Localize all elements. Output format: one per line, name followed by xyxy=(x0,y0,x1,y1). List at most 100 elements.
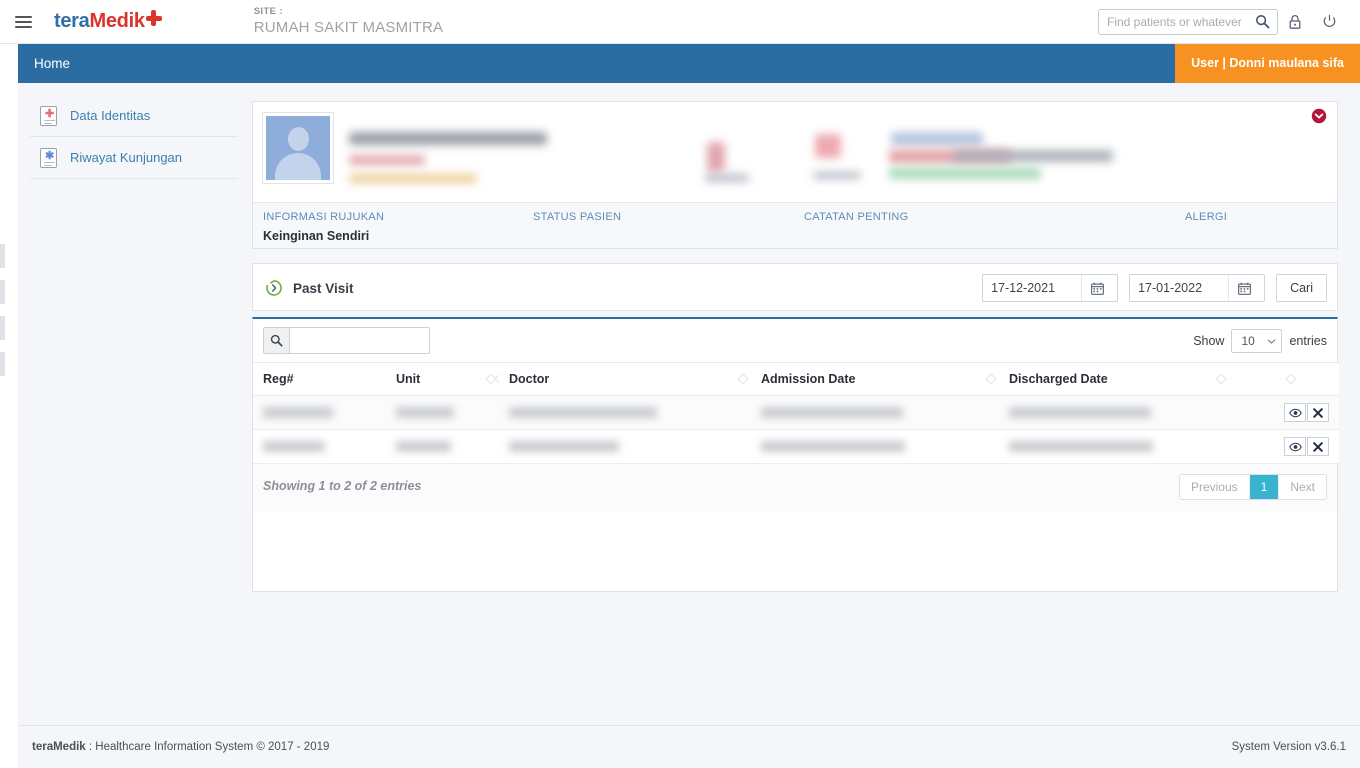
cell-doctor xyxy=(499,395,751,430)
nav-item-home[interactable]: Home xyxy=(18,44,86,83)
left-rail xyxy=(0,44,18,725)
delete-button[interactable] xyxy=(1307,403,1329,422)
eye-icon xyxy=(1288,408,1302,418)
cell-discharged-date xyxy=(999,429,1229,464)
table-row[interactable] xyxy=(253,429,1339,464)
page-size-value: 10 xyxy=(1241,334,1255,348)
meta-label: CATATAN PENTING xyxy=(804,211,909,223)
sidebar-item-data-identitas[interactable]: ✚ Data Identitas xyxy=(30,95,238,137)
search-visits-button[interactable]: Cari xyxy=(1276,274,1327,302)
table-search-input[interactable] xyxy=(290,327,430,354)
meta-alergi: ALERGI xyxy=(1185,211,1227,229)
view-button[interactable] xyxy=(1284,437,1306,456)
date-to-input[interactable] xyxy=(1130,275,1229,301)
sidebar: ✚ Data Identitas ✱ Riwayat Kunjungan xyxy=(30,95,238,179)
chevron-down-icon xyxy=(1267,337,1276,346)
cell-unit xyxy=(386,429,499,464)
global-search[interactable] xyxy=(1098,8,1278,35)
main-navbar: Home User | Donni maulana sifa xyxy=(18,44,1360,83)
meta-informasi-rujukan: INFORMASI RUJUKAN Keinginan Sendiri xyxy=(263,211,384,243)
cell-actions xyxy=(1229,395,1339,430)
avatar xyxy=(262,112,334,184)
history-circle-icon xyxy=(265,279,283,297)
date-from-input[interactable] xyxy=(983,275,1082,301)
past-visit-filters: Cari xyxy=(982,274,1327,302)
column-label: Doctor xyxy=(509,372,550,386)
cell-actions xyxy=(1229,429,1339,464)
column-header-doctor[interactable]: Doctor xyxy=(485,362,751,396)
meta-status-pasien: STATUS PASIEN xyxy=(533,211,621,229)
medical-cross-icon xyxy=(145,10,162,26)
table-body xyxy=(253,395,1339,464)
logout-button[interactable] xyxy=(1312,5,1346,39)
table-controls: Show 10 entries xyxy=(253,319,1337,362)
collapse-toggle-button[interactable] xyxy=(1311,108,1327,124)
site-label: SITE : xyxy=(253,6,284,18)
pagination-previous[interactable]: Previous xyxy=(1180,475,1250,499)
footer-brand: teraMedik xyxy=(32,741,86,753)
calendar-icon[interactable] xyxy=(1081,275,1113,301)
past-visit-header: Past Visit 17-12-2021 17-01-2022 Cari xyxy=(252,263,1338,311)
column-header-admission-date[interactable]: Admission Date xyxy=(737,362,999,396)
person-placeholder-avatar xyxy=(266,116,330,180)
date-from-field[interactable] xyxy=(982,274,1119,302)
search-icon[interactable] xyxy=(1249,14,1275,29)
column-header-unit[interactable]: Unit xyxy=(386,362,506,396)
power-icon xyxy=(1322,14,1337,29)
table-footer: Showing 1 to 2 of 2 entries Previous 1 N… xyxy=(253,464,1337,512)
column-header-actions-2[interactable] xyxy=(1285,362,1339,396)
page-size-select[interactable]: 10 xyxy=(1231,329,1283,353)
close-x-icon xyxy=(1313,407,1323,418)
search-input[interactable] xyxy=(1099,9,1249,34)
hamburger-icon xyxy=(14,13,32,31)
past-visit-table: Reg# Unit Doctor Admission Date Discharg… xyxy=(253,362,1339,464)
site-name: RUMAH SAKIT MASMITRA xyxy=(253,19,444,37)
calendar-icon[interactable] xyxy=(1228,275,1260,301)
meta-catatan-penting: CATATAN PENTING xyxy=(804,211,909,229)
meta-label: STATUS PASIEN xyxy=(533,211,622,223)
user-menu-button[interactable]: User | Donni maulana sifa xyxy=(1175,44,1360,83)
past-visit-table-panel: Show 10 entries Reg# Unit Doctor Admissi… xyxy=(252,317,1339,592)
show-label: Show xyxy=(1193,334,1225,348)
pagination-page-1[interactable]: 1 xyxy=(1249,475,1280,499)
cell-reg xyxy=(253,395,386,430)
date-to-field[interactable] xyxy=(1129,274,1266,302)
hamburger-menu-button[interactable] xyxy=(0,0,46,44)
past-visit-title-group: Past Visit xyxy=(265,264,354,312)
document-cross-icon: ✚ xyxy=(40,105,58,126)
patient-meta-row: INFORMASI RUJUKAN Keinginan Sendiri STAT… xyxy=(253,202,1337,248)
table-header-row: Reg# Unit Doctor Admission Date Discharg… xyxy=(253,362,1339,396)
sidebar-item-label: Riwayat Kunjungan xyxy=(70,150,183,165)
delete-button[interactable] xyxy=(1307,437,1329,456)
cell-reg xyxy=(253,429,386,464)
cell-doctor xyxy=(499,429,751,464)
view-button[interactable] xyxy=(1284,403,1306,422)
top-bar-actions xyxy=(1098,5,1360,39)
entries-label: entries xyxy=(1289,334,1327,348)
table-search-group[interactable] xyxy=(263,327,430,354)
meta-label: INFORMASI RUJUKAN xyxy=(263,211,385,223)
top-bar: teraMedik SITE : RUMAH SAKIT MASMITRA xyxy=(0,0,1360,44)
column-label: Discharged Date xyxy=(1009,372,1108,386)
past-visit-title: Past Visit xyxy=(293,280,354,296)
footer-copyright: teraMedik : Healthcare Information Syste… xyxy=(32,741,329,753)
pagination-next[interactable]: Next xyxy=(1279,475,1326,499)
footer-version: System Version v3.6.1 xyxy=(1231,741,1346,753)
patient-summary-card: INFORMASI RUJUKAN Keinginan Sendiri STAT… xyxy=(252,101,1338,249)
meta-value: Keinginan Sendiri xyxy=(263,229,370,243)
app-logo[interactable]: teraMedik xyxy=(54,0,162,44)
lock-icon xyxy=(1288,14,1302,30)
pagination: Previous 1 Next xyxy=(1178,474,1327,500)
page-footer: teraMedik : Healthcare Information Syste… xyxy=(18,725,1360,768)
column-header-discharged-date[interactable]: Discharged Date xyxy=(985,362,1229,396)
brand-text: teraMedik xyxy=(54,10,145,32)
column-header-reg[interactable]: Reg# xyxy=(253,362,386,396)
table-row[interactable] xyxy=(253,395,1339,430)
footer-text: : Healthcare Information System © 2017 -… xyxy=(85,741,330,753)
search-icon xyxy=(263,327,290,354)
sidebar-item-riwayat-kunjungan[interactable]: ✱ Riwayat Kunjungan xyxy=(30,137,238,179)
cell-unit xyxy=(386,395,499,430)
lock-button[interactable] xyxy=(1278,5,1312,39)
column-label: Admission Date xyxy=(761,372,856,386)
cell-admission-date xyxy=(751,395,999,430)
